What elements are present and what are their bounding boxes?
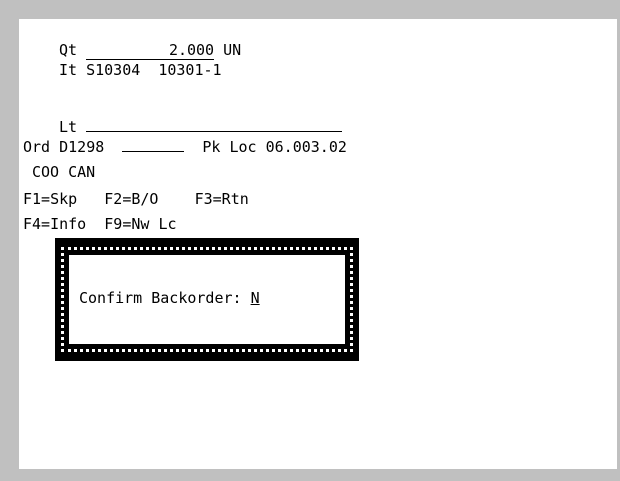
- item-row: It S10304 10301-1: [59, 61, 222, 79]
- terminal-screen: Qt 2.000 UN It S10304 10301-1 Lt Ord D12…: [19, 19, 617, 469]
- quantity-label: Qt: [59, 41, 78, 59]
- order-label: Ord: [23, 138, 51, 156]
- coo-value: CAN: [68, 163, 96, 181]
- quantity-row: Qt 2.000 UN: [59, 41, 241, 60]
- item-value: S10304 10301-1: [86, 61, 222, 79]
- order-entry-field[interactable]: [122, 137, 185, 152]
- confirm-backorder-field[interactable]: N: [251, 289, 260, 307]
- confirm-backorder-prompt: Confirm Backorder:: [79, 289, 242, 307]
- terminal-window: Qt 2.000 UN It S10304 10301-1 Lt Ord D12…: [0, 0, 620, 481]
- lot-row: Lt: [59, 117, 343, 136]
- order-row: Ord D1298 Pk Loc 06.003.02: [23, 137, 347, 156]
- pick-loc-value: 06.003.02: [265, 138, 347, 156]
- dialog-body: Confirm Backorder: N: [69, 255, 345, 344]
- confirm-backorder-dialog: Confirm Backorder: N: [55, 238, 359, 361]
- lot-field[interactable]: [86, 117, 343, 132]
- function-keys-row-1: F1=Skp F2=B/O F3=Rtn: [23, 190, 249, 208]
- item-label: It: [59, 61, 78, 79]
- order-value: D1298: [59, 138, 105, 156]
- function-keys-row-2: F4=Info F9=Nw Lc: [23, 215, 177, 233]
- dialog-message-row: Confirm Backorder: N: [79, 289, 260, 307]
- quantity-field[interactable]: 2.000: [86, 41, 215, 60]
- pick-loc-label: Pk Loc: [202, 138, 257, 156]
- quantity-uom: UN: [223, 41, 242, 59]
- coo-row: COO CAN: [32, 163, 95, 181]
- lot-label: Lt: [59, 118, 78, 136]
- coo-label: COO: [32, 163, 60, 181]
